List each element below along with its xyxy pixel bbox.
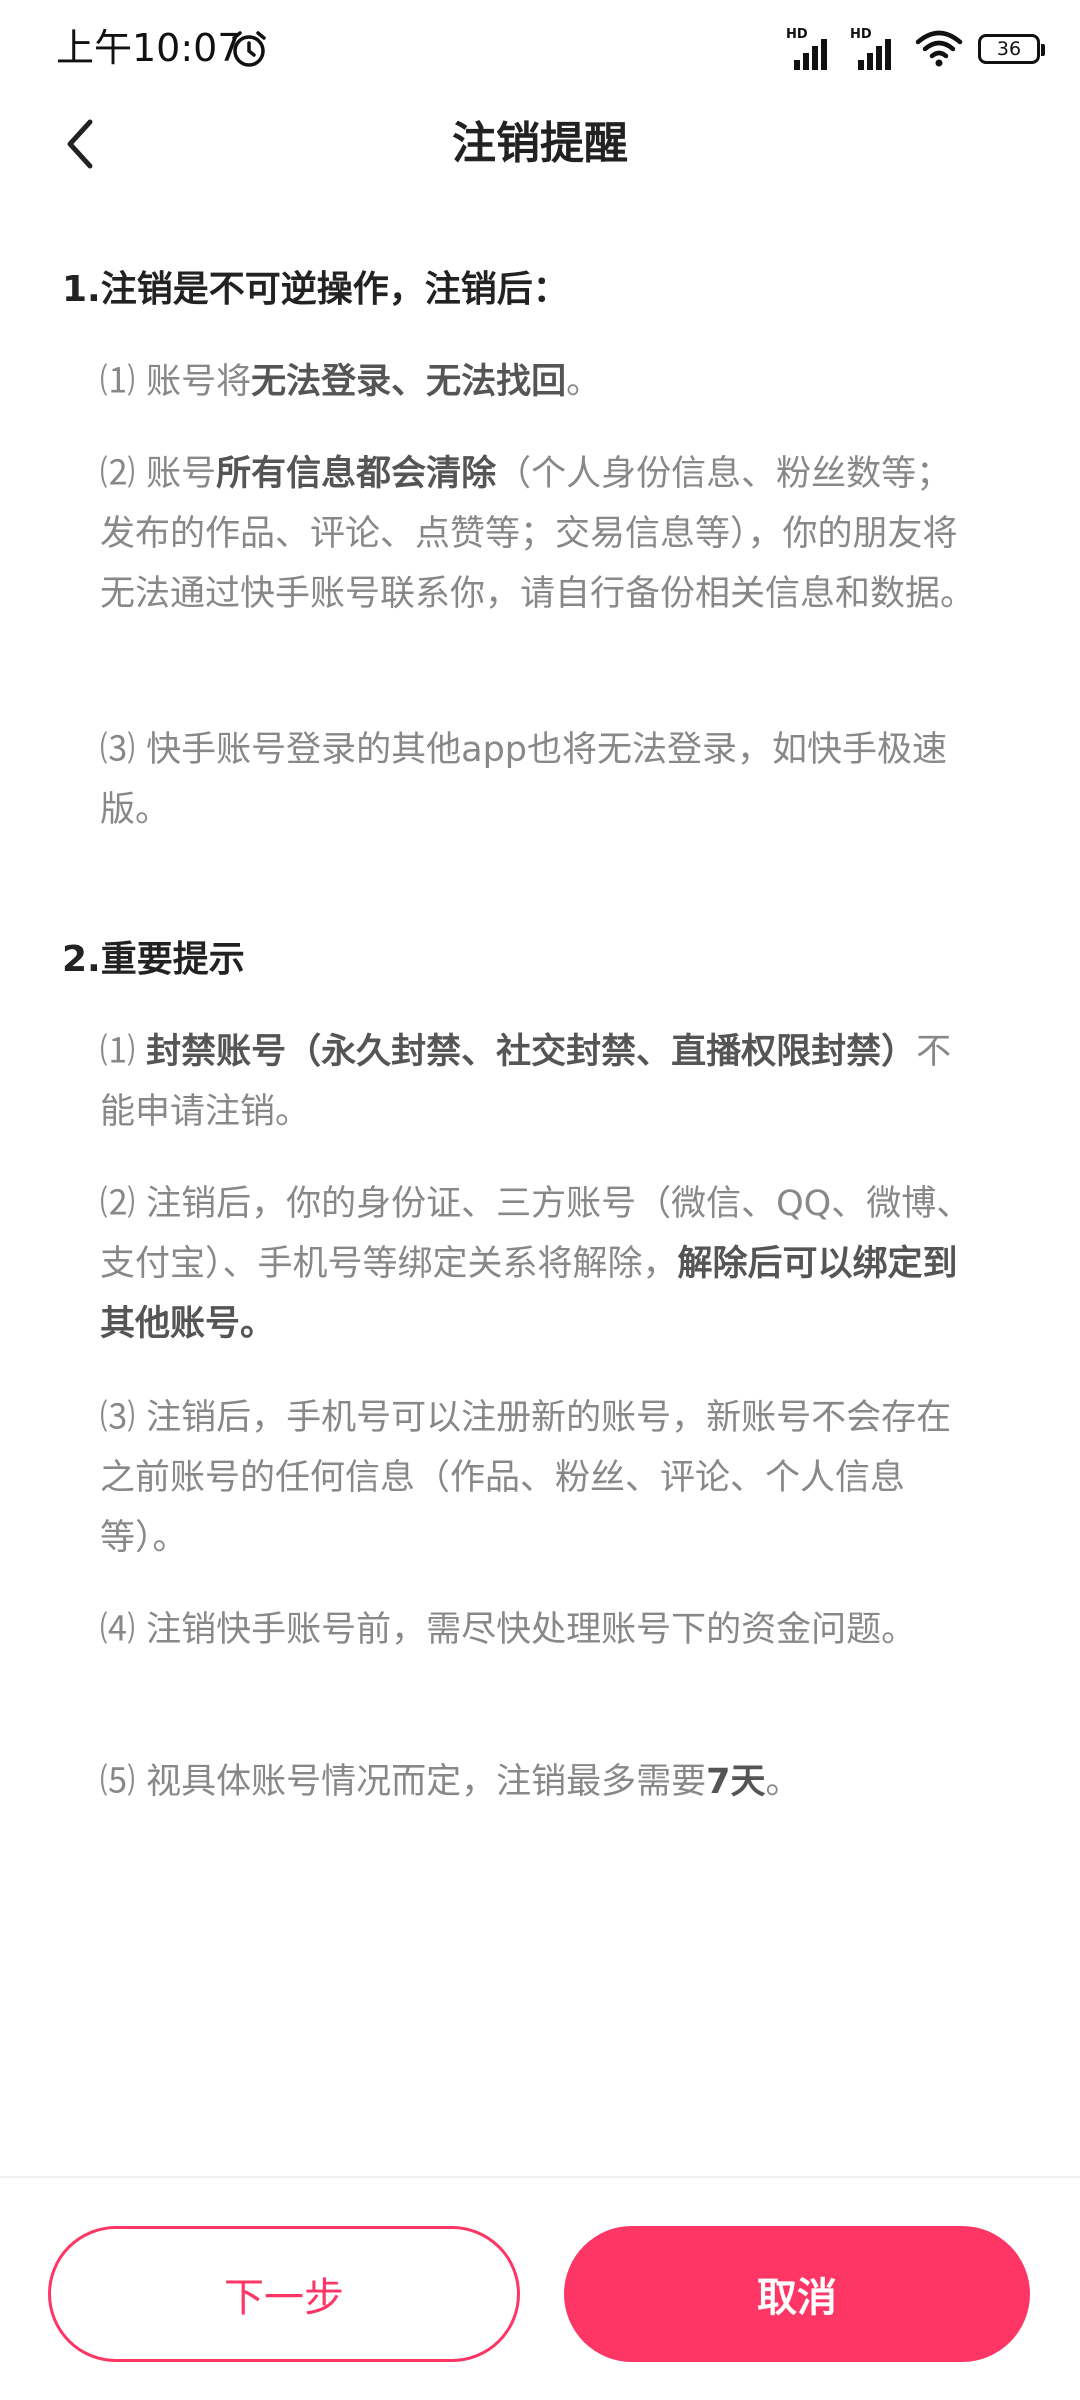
battery-level: 36 — [996, 38, 1022, 60]
page-title: 注销提醒 — [452, 118, 628, 169]
cancel-button[interactable]: 取消 — [564, 2226, 1030, 2362]
notice-item: ⑴ 账号将无法登录、无法找回。 — [100, 362, 602, 402]
status-icons: HD HD 36 — [786, 24, 1045, 74]
notice-item: ⑵ 账号所有信息都会清除（个人身份信息、粉丝数等；发布的作品、评论、点赞等；交易… — [100, 454, 976, 614]
status-time: 上午10:07 — [56, 26, 242, 70]
notice-item: ⑶ 快手账号登录的其他app也将无法登录，如快手极速版。 — [100, 730, 948, 830]
notice-item: ⑸ 视具体账号情况而定，注销最多需要7天。 — [100, 1762, 801, 1802]
next-step-button[interactable]: 下一步 — [48, 2226, 520, 2362]
signal-icon: HD — [850, 28, 900, 70]
wifi-icon — [915, 30, 963, 67]
notice-item: ⑷ 注销快手账号前，需尽快处理账号下的资金问题。 — [100, 1610, 917, 1650]
status-bar: 上午10:07 HD HD 36 — [0, 0, 1080, 96]
notice-item: ⑶ 注销后，手机号可以注册新的账号，新账号不会存在之前账号的任何信息（作品、粉丝… — [100, 1398, 952, 1558]
section-title-important: 2.重要提示 — [62, 939, 245, 980]
alarm-icon — [232, 31, 266, 67]
battery-icon: 36 — [978, 34, 1045, 64]
nav-bar: 注销提醒 — [0, 96, 1080, 192]
signal-icon: HD — [786, 28, 836, 70]
account-deletion-reminder-screen: 上午10:07 HD HD 36 注销提醒 1.注销是不可逆操作，注销后： ⑴ … — [0, 0, 1080, 2400]
notice-item: ⑴ 封禁账号（永久封禁、社交封禁、直播权限封禁）不能申请注销。 — [100, 1032, 952, 1132]
notice-item: ⑵ 注销后，你的身份证、三方账号（微信、QQ、微博、支付宝）、手机号等绑定关系将… — [100, 1184, 972, 1344]
section-title-irreversible: 1.注销是不可逆操作，注销后： — [62, 269, 569, 310]
divider — [0, 2176, 1080, 2178]
